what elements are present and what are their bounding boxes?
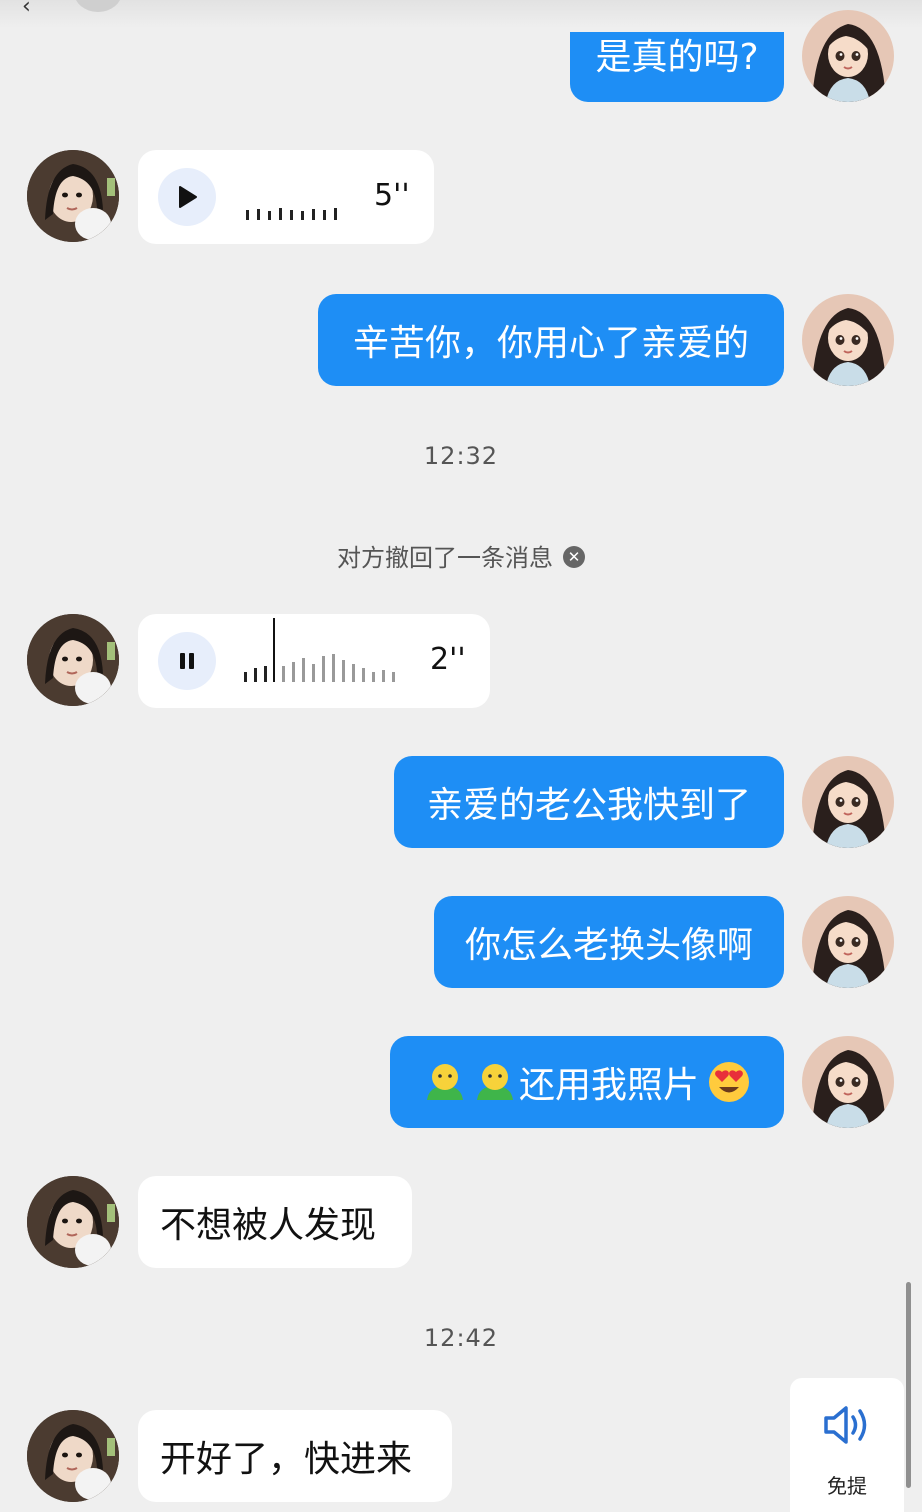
contact-avatar[interactable] bbox=[27, 150, 119, 242]
my-avatar[interactable] bbox=[802, 1036, 894, 1128]
message-bubble-outgoing[interactable]: 你怎么老换头像啊 bbox=[434, 896, 784, 988]
message-bubble-outgoing[interactable]: 是真的吗? bbox=[570, 32, 784, 102]
play-button[interactable] bbox=[158, 168, 216, 226]
message-text: 开好了，快进来 bbox=[160, 1439, 413, 1480]
message-bubble-outgoing[interactable]: 还用我照片 bbox=[390, 1036, 784, 1128]
voice-duration: 5'' bbox=[374, 178, 410, 213]
timestamp: 12:32 bbox=[423, 442, 499, 470]
recall-notice: 对方撤回了一条消息 ✕ bbox=[0, 538, 922, 573]
play-icon bbox=[179, 186, 197, 208]
my-avatar[interactable] bbox=[802, 896, 894, 988]
message-text: 还用我照片 bbox=[518, 1065, 699, 1106]
voice-duration: 2'' bbox=[430, 642, 466, 677]
message-bubble-outgoing[interactable]: 亲爱的老公我快到了 bbox=[394, 756, 784, 848]
message-text: 是真的吗? bbox=[595, 37, 759, 78]
message-text: 亲爱的老公我快到了 bbox=[426, 785, 751, 826]
speaker-icon bbox=[824, 1406, 867, 1444]
heart-eyes-emoji-icon bbox=[709, 1062, 749, 1102]
emoji-icon bbox=[426, 1064, 463, 1100]
voice-message[interactable]: 5'' bbox=[138, 150, 434, 244]
my-avatar[interactable] bbox=[802, 756, 894, 848]
pause-button[interactable] bbox=[158, 632, 216, 690]
back-icon[interactable]: ‹ bbox=[22, 0, 31, 19]
scrollbar[interactable] bbox=[906, 1282, 911, 1488]
timestamp: 12:42 bbox=[423, 1324, 499, 1352]
emoji-icon bbox=[476, 1064, 513, 1100]
contact-avatar[interactable] bbox=[27, 1176, 119, 1268]
message-bubble-incoming[interactable]: 开好了，快进来 bbox=[138, 1410, 452, 1502]
speaker-label: 免提 bbox=[827, 1474, 867, 1498]
message-text: 辛苦你，你用心了亲爱的 bbox=[352, 323, 749, 364]
speaker-toggle[interactable]: 免提 bbox=[790, 1378, 904, 1512]
my-avatar[interactable] bbox=[802, 294, 894, 386]
close-circle-icon[interactable]: ✕ bbox=[563, 546, 585, 568]
contact-avatar[interactable] bbox=[27, 614, 119, 706]
message-bubble-incoming[interactable]: 不想被人发现 bbox=[138, 1176, 412, 1268]
contact-avatar[interactable] bbox=[74, 0, 122, 12]
message-text: 你怎么老换头像啊 bbox=[464, 925, 753, 966]
message-text: 不想被人发现 bbox=[160, 1205, 377, 1246]
voice-message[interactable]: 2'' bbox=[138, 614, 490, 708]
recall-text: 对方撤回了一条消息 bbox=[337, 544, 553, 572]
voice-waveform bbox=[244, 618, 395, 682]
voice-waveform bbox=[246, 208, 337, 220]
my-avatar[interactable] bbox=[802, 10, 894, 102]
top-bar: ‹ bbox=[0, 0, 922, 28]
message-bubble-outgoing[interactable]: 辛苦你，你用心了亲爱的 bbox=[318, 294, 784, 386]
pause-icon bbox=[180, 653, 194, 669]
contact-avatar[interactable] bbox=[27, 1410, 119, 1502]
